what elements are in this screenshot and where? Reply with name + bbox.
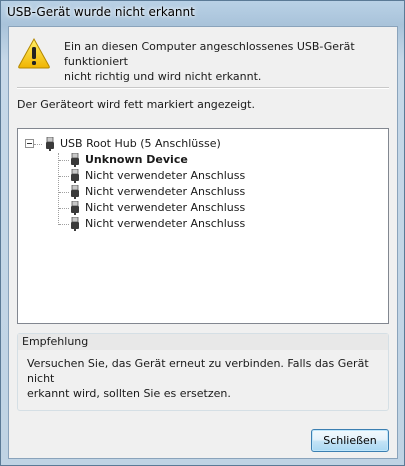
usb-plug-icon (71, 185, 79, 199)
usb-plug-icon (71, 201, 79, 215)
usb-plug-icon (71, 169, 79, 183)
tree-item-label: Nicht verwendeter Anschluss (85, 201, 246, 214)
tree-item-label: Nicht verwendeter Anschluss (85, 185, 246, 198)
recommendation-text: Versuchen Sie, das Gerät erneut zu verbi… (27, 357, 369, 400)
error-message: Ein an diesen Computer angeschlossenes U… (64, 40, 355, 83)
recommendation-header: Empfehlung (18, 334, 388, 350)
tree-line (59, 176, 69, 177)
warning-icon (18, 37, 50, 69)
recommendation-box: Empfehlung Versuchen Sie, das Gerät erne… (17, 333, 389, 411)
tree-item-label: Nicht verwendeter Anschluss (85, 169, 246, 182)
tree-line (59, 208, 69, 209)
dialog-content: Ein an diesen Computer angeschlossenes U… (8, 26, 398, 459)
window-title: USB-Gerät wurde nicht erkannt (7, 5, 195, 19)
tree-item-label: Unknown Device (85, 153, 188, 166)
tree-line (58, 153, 59, 225)
device-tree[interactable]: USB Root Hub (5 Anschlüsse) Unknown Devi… (17, 128, 389, 324)
recommendation-title: Empfehlung (22, 335, 89, 348)
close-button[interactable]: Schließen (311, 429, 389, 452)
tree-line (59, 160, 69, 161)
tree-line (34, 144, 42, 145)
title-bar[interactable]: USB-Gerät wurde nicht erkannt (1, 1, 404, 25)
usb-plug-icon (71, 217, 79, 231)
collapse-toggle[interactable] (25, 139, 34, 148)
tree-item-label: USB Root Hub (5 Anschlüsse) (60, 137, 221, 150)
tree-item-label: Nicht verwendeter Anschluss (85, 217, 246, 230)
usb-plug-icon (46, 137, 54, 151)
tree-line (59, 192, 69, 193)
dialog-window: USB-Gerät wurde nicht erkannt Ein an die… (0, 0, 405, 466)
tree-line (59, 224, 69, 225)
separator (17, 87, 389, 89)
location-hint: Der Geräteort wird fett markiert angezei… (17, 98, 255, 111)
usb-plug-icon (71, 153, 79, 167)
